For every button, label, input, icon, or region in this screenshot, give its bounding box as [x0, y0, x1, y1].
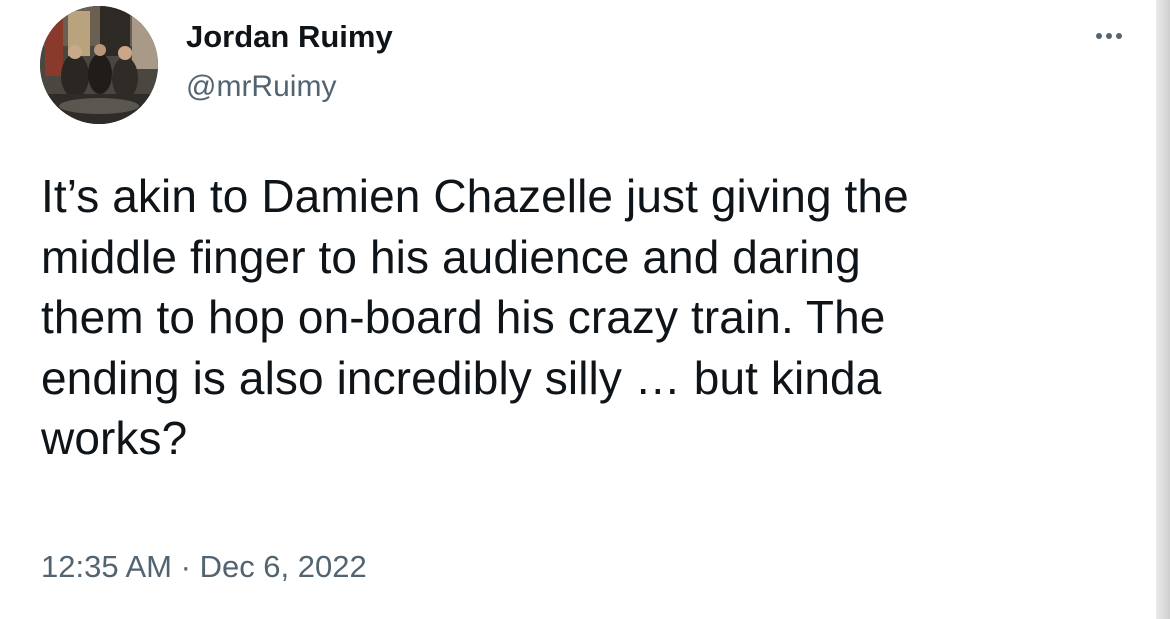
tweet-timestamp[interactable]: 12:35 AM · Dec 6, 2022: [41, 548, 367, 586]
avatar[interactable]: [40, 6, 158, 124]
more-horizontal-icon-dot: [1116, 33, 1122, 39]
author-name[interactable]: Jordan Ruimy: [186, 18, 393, 56]
more-horizontal-icon: [1096, 33, 1102, 39]
timestamp-separator: ·: [180, 549, 191, 584]
tweet-time[interactable]: 12:35 AM: [41, 549, 172, 584]
more-options-button[interactable]: [1086, 22, 1132, 50]
author-handle[interactable]: @mrRuimy: [186, 69, 336, 105]
avatar-image: [40, 6, 158, 124]
tweet-date[interactable]: Dec 6, 2022: [200, 549, 367, 584]
tweet-text: It’s akin to Damien Chazelle just giving…: [41, 170, 909, 464]
page-edge: [1156, 0, 1170, 619]
more-horizontal-icon-dot: [1106, 33, 1112, 39]
tweet-card: Jordan Ruimy @mrRuimy It’s akin to Damie…: [0, 0, 1170, 619]
